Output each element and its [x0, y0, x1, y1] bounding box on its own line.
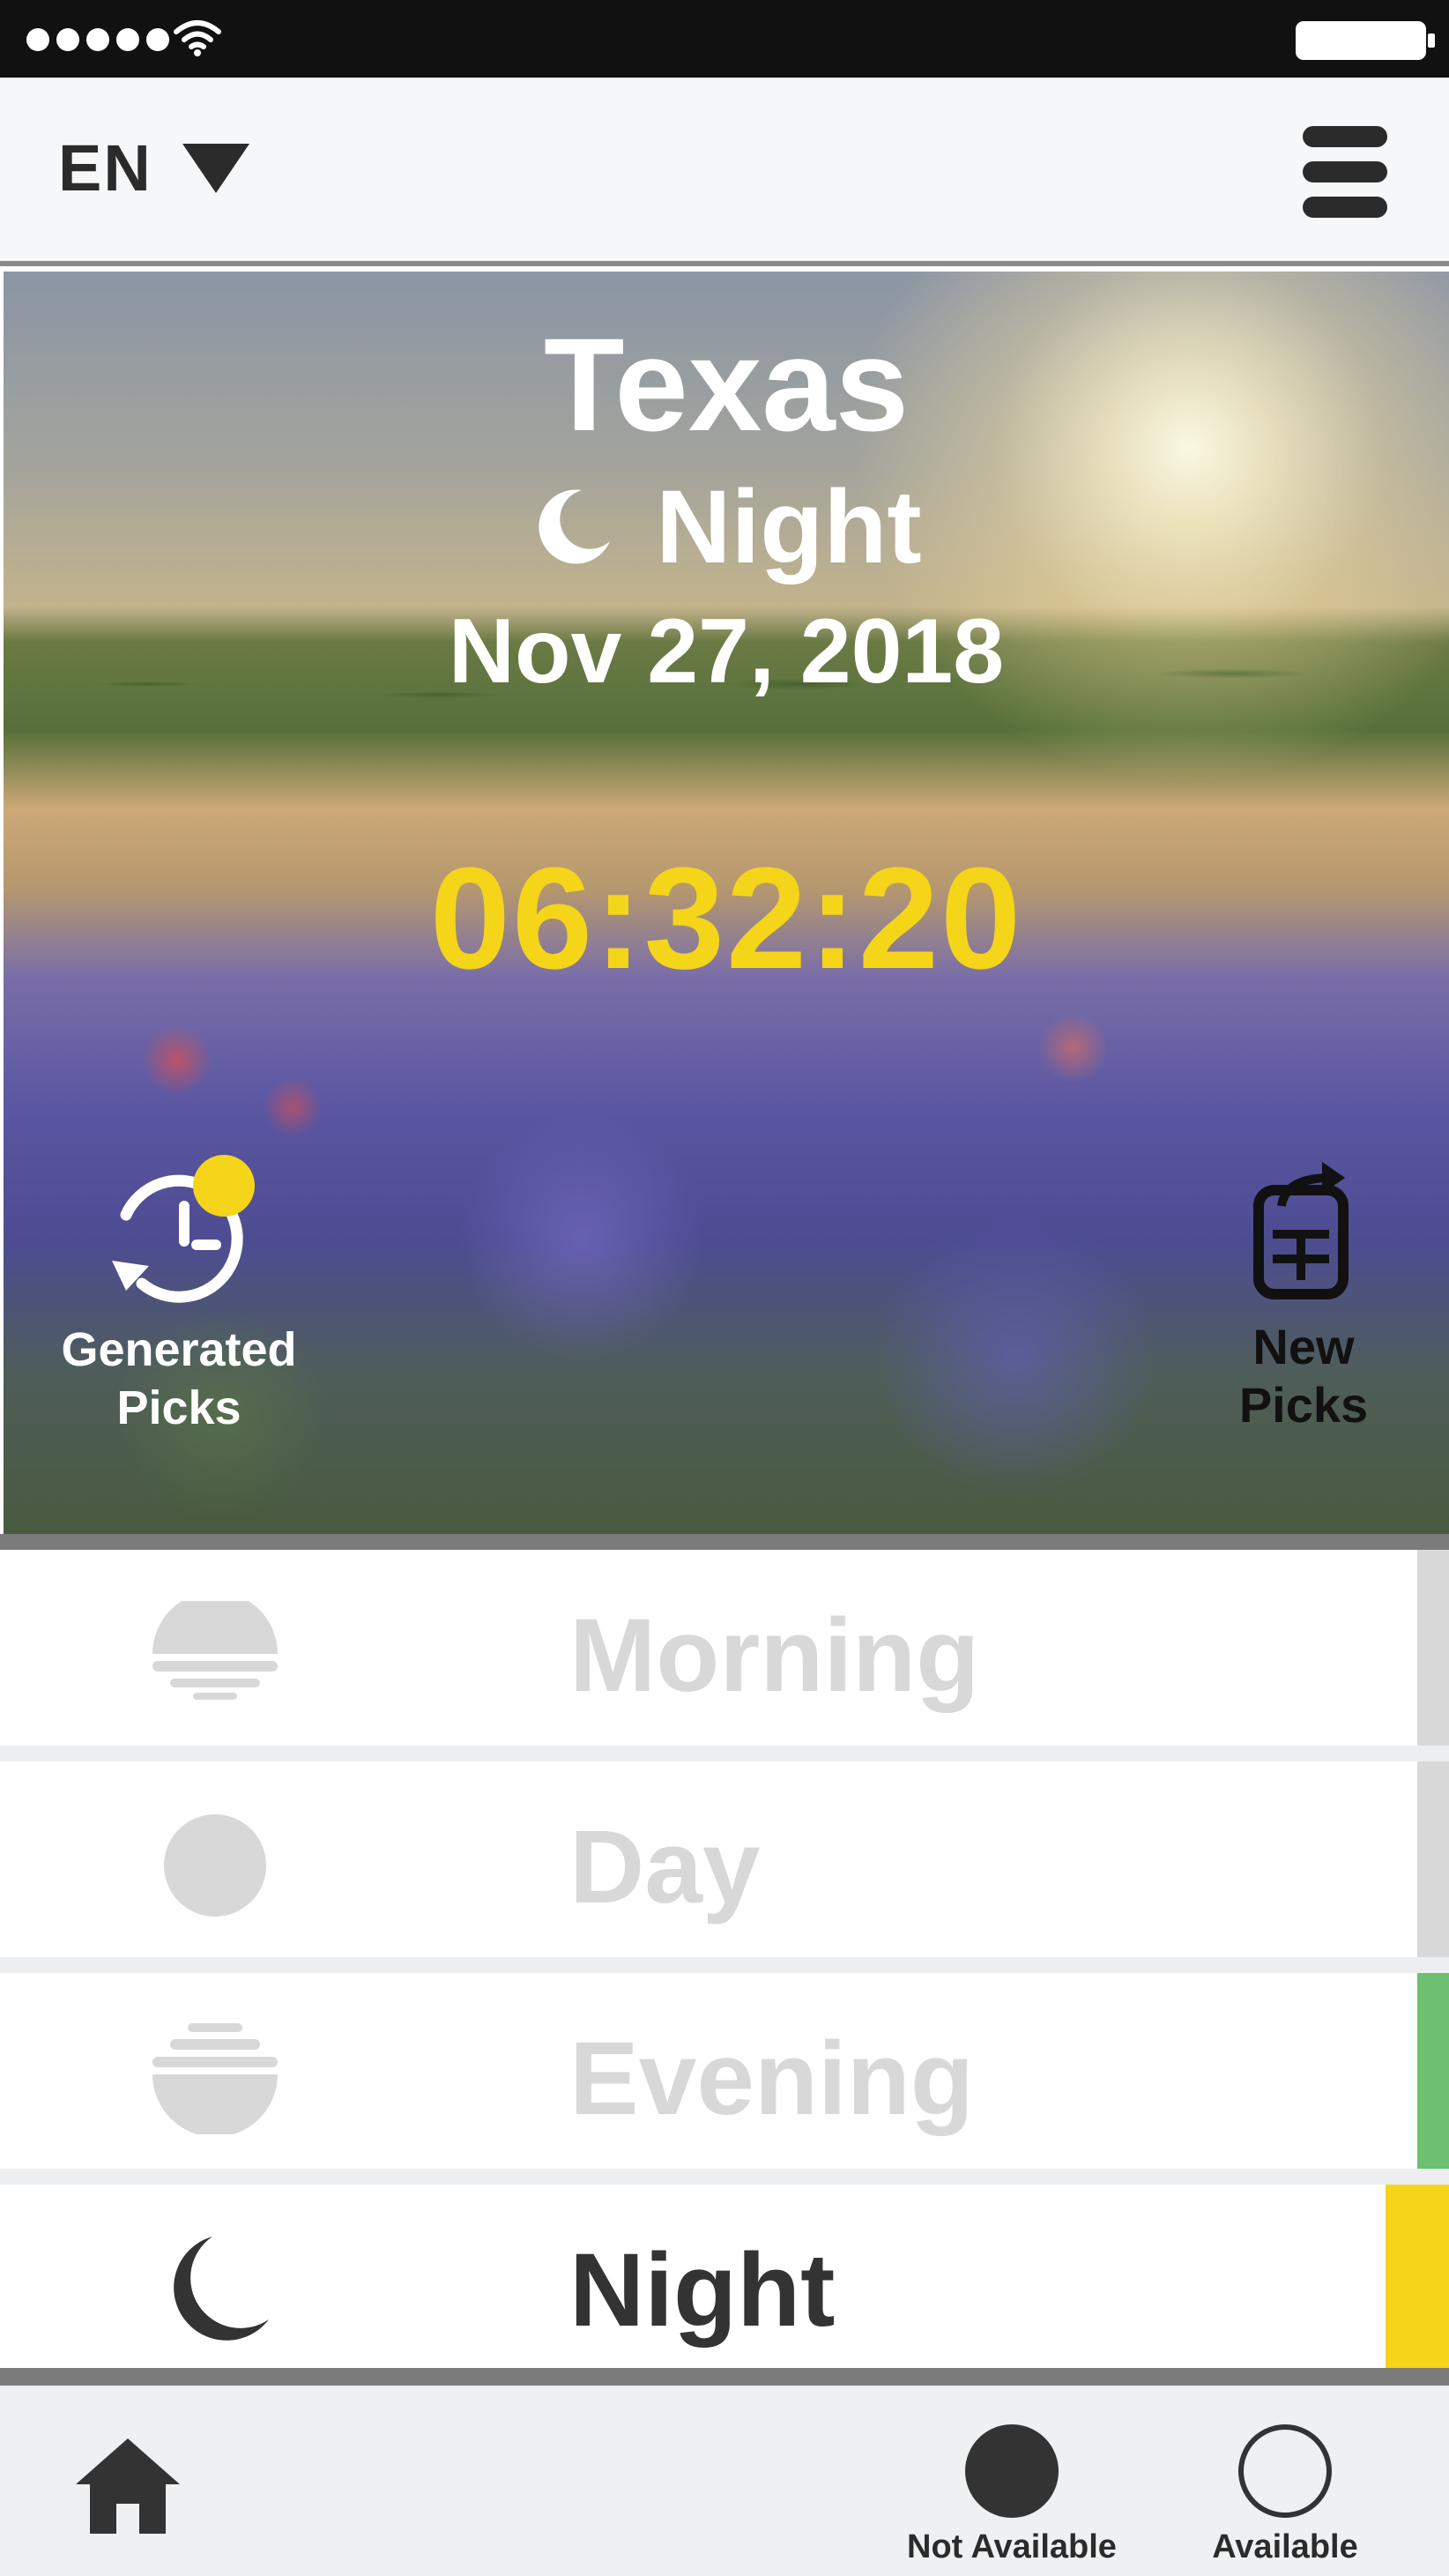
triangle-down-icon — [182, 143, 249, 193]
availability-indicator — [1417, 1550, 1449, 1746]
filled-circle-icon — [965, 2424, 1059, 2518]
language-selector[interactable]: EN — [58, 130, 249, 205]
period-row-night[interactable]: Night — [0, 2185, 1449, 2387]
availability-indicator — [1417, 1761, 1449, 1957]
legend-label: Not Available — [907, 2528, 1117, 2565]
period-list: Morning Day Evening Night — [0, 1550, 1449, 2387]
home-icon[interactable] — [72, 2435, 183, 2537]
period-row-evening[interactable]: Evening — [0, 1973, 1449, 2185]
current-period-label: Night — [656, 469, 922, 585]
availability-indicator — [1417, 1973, 1449, 2169]
generated-picks-label: Generated Picks — [61, 1323, 297, 1434]
divider — [0, 1534, 1449, 1550]
outline-circle-icon — [1238, 2424, 1332, 2518]
notification-badge — [193, 1155, 255, 1217]
hamburger-menu-icon[interactable] — [1303, 126, 1387, 218]
legend-available: Available — [1162, 2424, 1408, 2566]
sun-icon — [145, 1805, 286, 1925]
new-picks-button[interactable]: New Picks — [1220, 1160, 1387, 1434]
location-title: Texas — [543, 310, 910, 458]
sunrise-icon — [145, 1594, 286, 1714]
legend-label: Available — [1212, 2528, 1358, 2565]
generated-picks-button[interactable]: Generated Picks — [51, 1153, 307, 1437]
hero-banner: Texas Night Nov 27, 2018 06:32:20 Genera… — [4, 272, 1449, 1534]
current-date: Nov 27, 2018 — [448, 600, 1005, 703]
sunset-icon — [145, 2017, 286, 2137]
new-picks-label: New Picks — [1238, 1319, 1369, 1433]
period-label: Day — [569, 1809, 761, 1925]
history-clock-icon — [100, 1174, 258, 1315]
new-picks-icon — [1246, 1162, 1361, 1305]
moon-icon — [531, 483, 615, 572]
period-row-day[interactable]: Day — [0, 1761, 1449, 1973]
bottom-bar: Not Available Available — [0, 2386, 1449, 2576]
language-label: EN — [58, 131, 152, 205]
availability-indicator — [1386, 2185, 1449, 2380]
period-row-morning[interactable]: Morning — [0, 1550, 1449, 1761]
battery-full-icon — [1296, 21, 1435, 60]
countdown-timer: 06:32:20 — [429, 838, 1023, 999]
legend-not-available: Not Available — [888, 2424, 1135, 2566]
signal-dots-icon — [26, 28, 169, 51]
wifi-icon — [173, 18, 222, 63]
period-label: Evening — [569, 2021, 974, 2137]
status-bar — [0, 0, 1449, 78]
top-bar: EN — [0, 78, 1449, 266]
current-period: Night — [4, 467, 1449, 587]
period-label: Night — [569, 2232, 836, 2349]
moon-icon — [145, 2229, 286, 2349]
period-label: Morning — [569, 1597, 980, 1714]
divider — [0, 2368, 1449, 2386]
